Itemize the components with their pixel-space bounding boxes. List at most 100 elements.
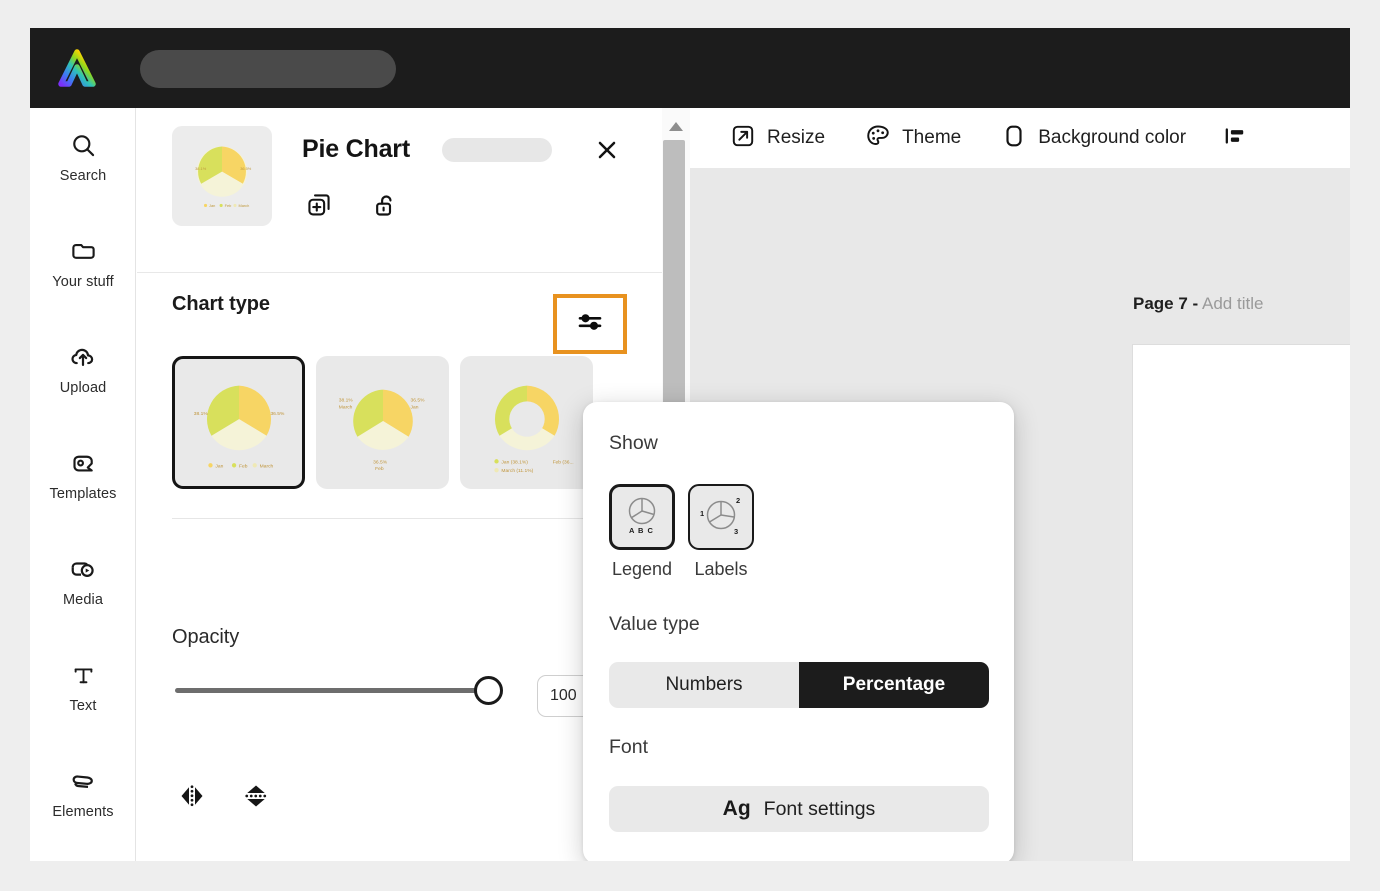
svg-text:March: March: [259, 463, 273, 469]
svg-text:38.1%: 38.1%: [195, 166, 207, 171]
sidebar-item-label: Upload: [59, 380, 107, 396]
page-number: Page 7 -: [1133, 294, 1199, 313]
rounded-square-icon: [1001, 123, 1027, 154]
theme-label: Theme: [902, 127, 962, 148]
svg-text:C: C: [648, 526, 654, 535]
svg-text:March: March: [238, 203, 249, 208]
svg-text:38.1%: 38.1%: [193, 411, 208, 417]
sliders-icon: [575, 307, 605, 342]
chart-settings-button[interactable]: [553, 294, 627, 354]
svg-text:Feb: Feb: [239, 463, 248, 469]
cloud-upload-icon: [30, 340, 136, 374]
value-type-heading: Value type: [609, 613, 700, 635]
pie-chart-thumbnail: 38.1% 36.5% Jan Feb March: [172, 126, 272, 226]
sidebar-item-label: Media: [63, 592, 103, 608]
svg-text:Jan (38.1%): Jan (38.1%): [501, 459, 528, 465]
close-icon[interactable]: [592, 135, 622, 165]
top-bar: [30, 28, 1350, 108]
sidebar-item-search[interactable]: Search: [30, 128, 136, 184]
resize-label: Resize: [767, 127, 826, 148]
left-sidebar: Search Your stuff Upload Templates Media…: [30, 108, 136, 861]
svg-text:Feb (36...: Feb (36...: [552, 459, 573, 465]
resize-icon: [730, 123, 756, 154]
svg-text:March: March: [338, 404, 352, 410]
canvas-page[interactable]: [1133, 345, 1350, 861]
sidebar-item-label: Templates: [49, 486, 117, 502]
svg-text:A: A: [629, 526, 635, 535]
chart-settings-popover: Show ABC Legend 1 2 3 Labels Value type …: [583, 402, 1014, 861]
page-label: Page 7 - Add title: [1133, 294, 1263, 314]
svg-text:Jan: Jan: [215, 463, 223, 469]
media-icon: [30, 552, 136, 586]
svg-text:Jan: Jan: [410, 404, 418, 410]
show-legend-label: Legend: [611, 559, 673, 579]
sidebar-item-elements[interactable]: Elements: [30, 764, 136, 820]
palette-icon: [865, 123, 891, 154]
svg-text:1: 1: [700, 509, 704, 518]
app-window: Search Your stuff Upload Templates Media…: [30, 28, 1350, 861]
svg-text:Feb: Feb: [225, 203, 232, 208]
sidebar-item-label: Search: [59, 168, 107, 184]
show-legend-button[interactable]: ABC: [609, 484, 675, 550]
pie-labels-icon: 1 2 3: [696, 490, 746, 545]
sidebar-item-upload[interactable]: Upload: [30, 340, 136, 396]
value-type-option-numbers[interactable]: Numbers: [609, 662, 799, 708]
panel-divider: [172, 518, 642, 519]
adobe-express-logo-icon[interactable]: [54, 46, 100, 92]
elements-icon: [30, 764, 136, 798]
chart-type-option-pie-with-legend[interactable]: 38.1% 36.5% Jan Feb March: [172, 356, 305, 489]
svg-text:36.5%: 36.5%: [373, 459, 388, 465]
sidebar-item-media[interactable]: Media: [30, 552, 136, 608]
chart-type-option-pie-with-labels[interactable]: 38.1% March 36.5% Jan 36.5% Feb: [316, 356, 449, 489]
svg-text:36.5%: 36.5%: [240, 166, 252, 171]
search-input[interactable]: [140, 50, 396, 88]
value-type-segmented-control: Numbers Percentage: [609, 662, 989, 708]
sidebar-item-templates[interactable]: Templates: [30, 446, 136, 502]
flip-vertical-icon[interactable]: [236, 776, 276, 816]
value-type-option-percentage[interactable]: Percentage: [799, 662, 989, 708]
chart-type-option-donut-chart[interactable]: Jan (38.1%) March (11.1%) Feb (36...: [460, 356, 593, 489]
show-labels-button[interactable]: 1 2 3: [688, 484, 754, 550]
show-heading: Show: [609, 432, 658, 454]
align-button[interactable]: [1222, 123, 1259, 154]
page-title: Pie Chart: [302, 135, 410, 163]
folder-icon: [30, 234, 136, 268]
title-placeholder-pill: [442, 138, 552, 162]
background-color-label: Background color: [1038, 127, 1187, 148]
canvas-toolbar: Resize Theme Background color: [690, 108, 1350, 168]
flip-horizontal-icon[interactable]: [172, 776, 212, 816]
svg-text:Jan: Jan: [209, 203, 215, 208]
search-icon: [30, 128, 136, 162]
chart-type-heading: Chart type: [172, 293, 270, 315]
svg-text:36.5%: 36.5%: [270, 411, 285, 417]
font-settings-button[interactable]: Ag Font settings: [609, 786, 989, 832]
background-color-button[interactable]: Background color: [1001, 123, 1186, 154]
svg-text:B: B: [638, 526, 644, 535]
sidebar-item-label: Elements: [52, 804, 114, 820]
opacity-slider-handle[interactable]: [474, 676, 503, 705]
align-left-icon: [1222, 123, 1248, 154]
templates-icon: [30, 446, 136, 480]
panel-header: 38.1% 36.5% Jan Feb March Pie Chart: [137, 108, 662, 273]
font-settings-label: Font settings: [763, 797, 876, 820]
font-glyph-icon: Ag: [722, 797, 751, 820]
opacity-slider-track[interactable]: [175, 688, 485, 693]
duplicate-icon[interactable]: [302, 188, 336, 222]
theme-button[interactable]: Theme: [865, 123, 961, 154]
sidebar-item-your-stuff[interactable]: Your stuff: [30, 234, 136, 290]
text-icon: [30, 658, 136, 692]
font-heading: Font: [609, 736, 649, 758]
svg-text:3: 3: [734, 527, 738, 536]
sidebar-item-label: Text: [69, 698, 97, 714]
svg-text:38.1%: 38.1%: [338, 397, 353, 403]
svg-text:2: 2: [736, 496, 740, 505]
scroll-up-arrow-icon[interactable]: [662, 114, 690, 138]
page-title-placeholder: Add title: [1202, 294, 1264, 313]
pie-legend-icon: ABC: [618, 491, 666, 544]
svg-text:March (11.1%): March (11.1%): [501, 468, 533, 474]
unlock-icon[interactable]: [368, 188, 402, 222]
resize-button[interactable]: Resize: [730, 123, 825, 154]
svg-text:36.5%: 36.5%: [410, 397, 425, 403]
sidebar-item-text[interactable]: Text: [30, 658, 136, 714]
sidebar-item-label: Your stuff: [52, 274, 114, 290]
